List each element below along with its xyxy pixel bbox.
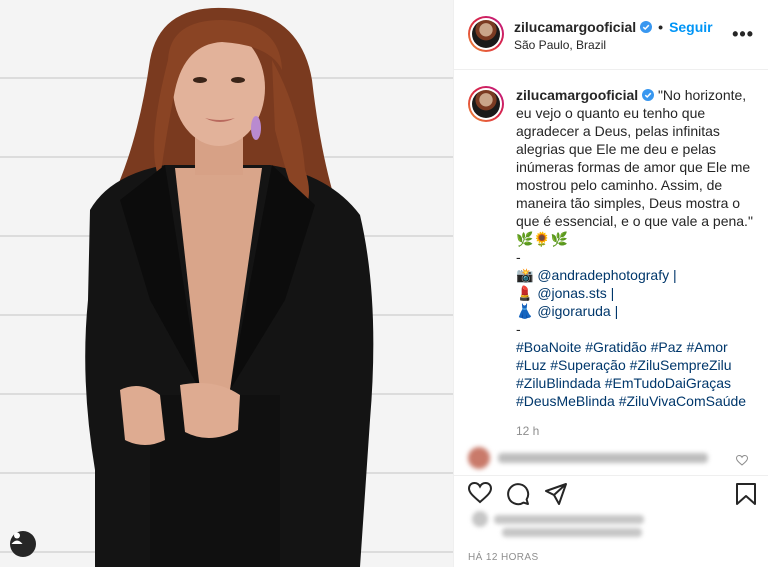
credit-link[interactable]: @igoraruda | — [537, 303, 618, 319]
caption-avatar[interactable] — [468, 86, 504, 122]
emoji-line: 🌿🌻🌿 — [516, 231, 569, 247]
user-tag-icon — [11, 532, 23, 544]
comment-text-blurred — [498, 453, 708, 463]
post-caption: zilucamargooficial "No horizonte, eu vej… — [468, 86, 754, 438]
caption-quote-line: agradecer a Deus, pelas infinitas — [516, 123, 720, 139]
post-side-panel: zilucamargooficial • Seguir São Paulo, B… — [453, 0, 768, 567]
lipstick-emoji-icon: 💄 — [516, 285, 534, 301]
header-separator: • — [658, 19, 664, 35]
blurred-comment — [468, 447, 758, 469]
caption-dash: - — [516, 249, 521, 265]
likes-text-blurred — [494, 514, 644, 524]
comment-avatar — [468, 447, 490, 469]
caption-quote-line: eu vejo o quanto eu tenho que — [516, 105, 706, 121]
user-tag-button[interactable] — [10, 531, 36, 557]
likes-blurred — [472, 511, 672, 537]
comment-like-heart-icon[interactable] — [736, 455, 748, 466]
caption-quote-line: maneira tão simples, Deus mostra o — [516, 195, 741, 211]
hashtag-line[interactable]: #BoaNoite #Gratidão #Paz #Amor — [516, 338, 754, 356]
caption-dash: - — [516, 321, 521, 337]
post-location[interactable]: São Paulo, Brazil — [514, 38, 606, 52]
caption-timestamp[interactable]: 12 h — [516, 424, 754, 438]
caption-quote-line: inúmeras formas de amor que Ele me — [516, 159, 751, 175]
likes-avatar-blurred — [472, 511, 488, 527]
post-photo[interactable] — [0, 0, 453, 567]
caption-quote-line: mostrou pelo caminho. Assim, de — [516, 177, 723, 193]
caption-quote-line: "No horizonte, — [657, 87, 747, 103]
follow-button[interactable]: Seguir — [669, 19, 713, 35]
hashtag-line[interactable]: #ZiluBlindada #EmTudoDaiGraças — [516, 374, 754, 392]
bookmark-icon[interactable] — [735, 482, 757, 506]
share-icon[interactable] — [544, 482, 568, 506]
camera-emoji-icon: 📸 — [516, 267, 534, 283]
comment-icon[interactable] — [506, 482, 530, 506]
caption-quote-line: que é essencial, e o que vale a pena." — [516, 213, 753, 229]
verified-badge-icon — [640, 21, 653, 33]
credit-link[interactable]: @andradephotografy | — [537, 267, 676, 283]
caption-username[interactable]: zilucamargooficial — [516, 87, 638, 103]
dress-emoji-icon: 👗 — [516, 303, 534, 319]
hashtag-line[interactable]: #DeusMeBlinda #ZiluVivaComSaúde — [516, 392, 754, 410]
more-icon[interactable]: ••• — [732, 24, 754, 45]
caption-quote-line: alegrias que Ele me deu e pelas — [516, 141, 717, 157]
action-bar — [454, 475, 768, 509]
post-header: zilucamargooficial • Seguir São Paulo, B… — [454, 0, 768, 70]
credit-link[interactable]: @jonas.sts | — [537, 285, 614, 301]
post-date[interactable]: HÁ 12 HORAS — [468, 552, 539, 563]
hashtag-line[interactable]: #Luz #Superação #ZiluSempreZilu — [516, 356, 754, 374]
portrait-illustration — [85, 7, 374, 567]
header-avatar[interactable] — [468, 16, 504, 52]
verified-badge-icon — [642, 89, 655, 101]
heart-icon[interactable] — [468, 482, 492, 504]
header-username[interactable]: zilucamargooficial — [514, 19, 636, 35]
likes-text-blurred — [502, 528, 642, 537]
